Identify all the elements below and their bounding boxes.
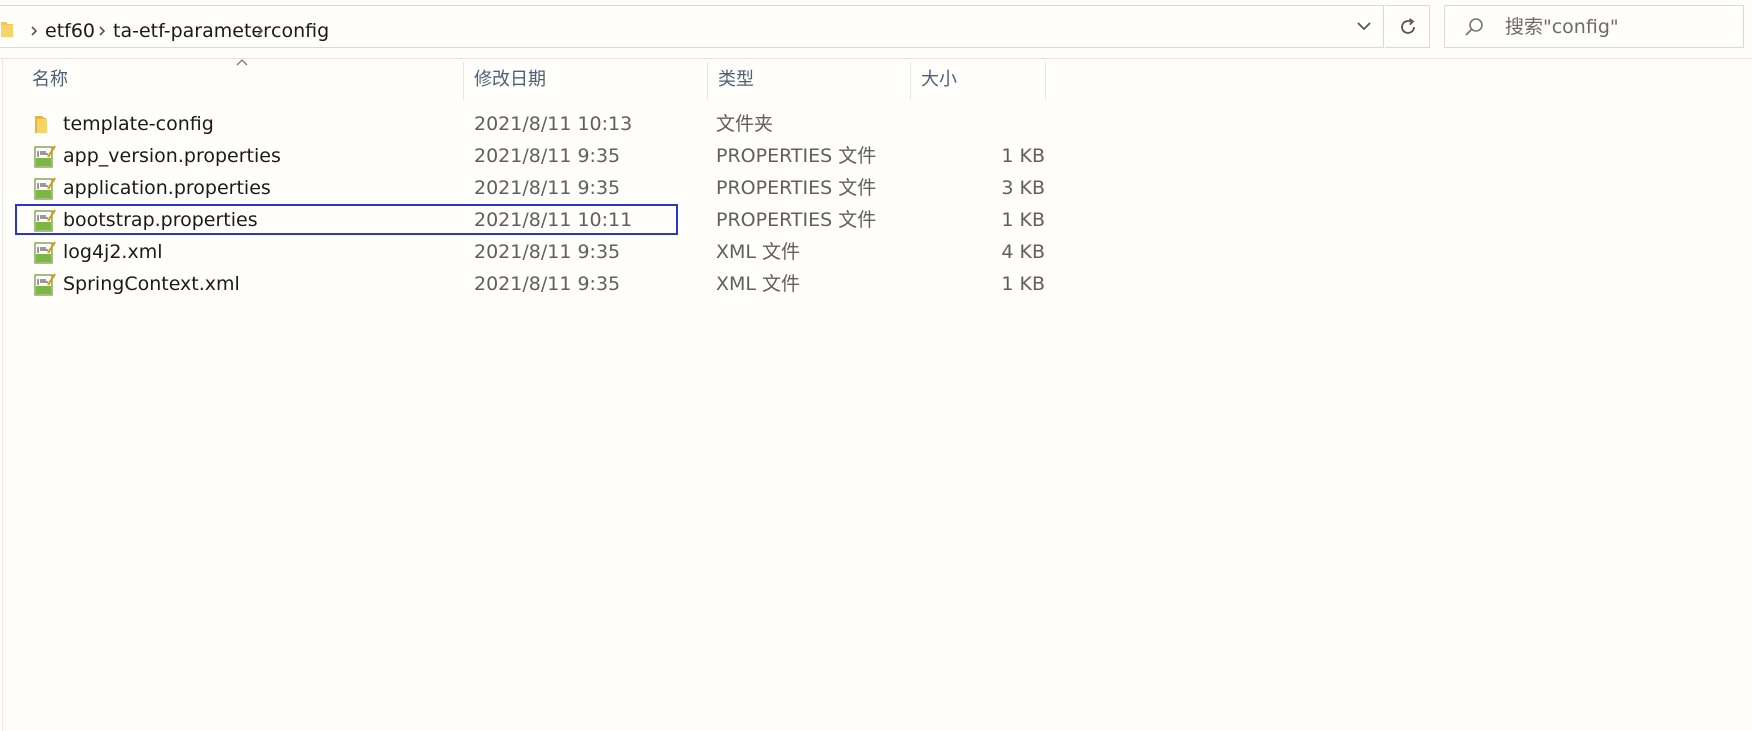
file-modified: 2021/8/11 10:13 xyxy=(474,113,633,135)
file-type: XML 文件 xyxy=(716,273,801,295)
file-size: 3 KB xyxy=(1001,177,1045,199)
address-bar[interactable]: etf60 ta-etf-parameter config xyxy=(0,5,1384,48)
chevron-down-icon xyxy=(1357,22,1371,31)
properties-file-icon xyxy=(34,177,56,200)
pane-border xyxy=(2,59,3,731)
file-size: 1 KB xyxy=(1001,145,1045,167)
file-size: 4 KB xyxy=(1001,241,1045,263)
xml-file-icon xyxy=(34,241,56,264)
file-name: log4j2.xml xyxy=(63,241,163,263)
column-header-size-label: 大小 xyxy=(921,69,957,90)
file-type: PROPERTIES 文件 xyxy=(716,209,877,231)
file-name: app_version.properties xyxy=(63,145,281,167)
file-type: PROPERTIES 文件 xyxy=(716,145,877,167)
folder-icon xyxy=(35,116,47,133)
chevron-right-icon[interactable] xyxy=(97,22,107,40)
list-item[interactable]: SpringContext.xml 2021/8/11 9:35 XML 文件 … xyxy=(15,268,1045,300)
chevron-right-icon[interactable] xyxy=(29,22,39,40)
properties-file-icon xyxy=(34,145,56,168)
search-icon xyxy=(1465,18,1483,36)
column-header-modified[interactable]: 修改日期 xyxy=(464,62,708,100)
selection-outline xyxy=(15,204,678,235)
column-header-type-label: 类型 xyxy=(718,69,754,90)
refresh-button[interactable] xyxy=(1385,5,1430,48)
file-type: PROPERTIES 文件 xyxy=(716,177,877,199)
chevron-right-icon[interactable] xyxy=(255,22,265,40)
file-size: 1 KB xyxy=(1001,273,1045,295)
list-item[interactable]: app_version.properties 2021/8/11 9:35 PR… xyxy=(15,140,1045,172)
breadcrumb-item-ta-etf-parameter[interactable]: ta-etf-parameter xyxy=(113,20,271,42)
column-header-modified-label: 修改日期 xyxy=(474,69,546,90)
breadcrumb-item-config[interactable]: config xyxy=(271,20,329,42)
refresh-icon xyxy=(1401,18,1415,34)
toolbar-divider xyxy=(0,58,1752,59)
folder-icon xyxy=(1,22,13,37)
file-size: 1 KB xyxy=(1001,209,1045,231)
file-name: template-config xyxy=(63,113,214,135)
file-name: application.properties xyxy=(63,177,271,199)
sort-ascending-icon xyxy=(236,59,248,66)
file-modified: 2021/8/11 9:35 xyxy=(474,273,621,295)
search-placeholder: 搜索"config" xyxy=(1505,16,1619,38)
file-modified: 2021/8/11 9:35 xyxy=(474,177,621,199)
file-modified: 2021/8/11 9:35 xyxy=(474,145,621,167)
column-header-size[interactable]: 大小 xyxy=(911,62,1046,100)
column-header-type[interactable]: 类型 xyxy=(708,62,911,100)
column-header-name[interactable]: 名称 xyxy=(22,62,464,100)
address-dropdown-button[interactable] xyxy=(1343,5,1385,48)
file-type: 文件夹 xyxy=(716,113,774,135)
breadcrumb-item-etf60[interactable]: etf60 xyxy=(45,20,95,42)
xml-file-icon xyxy=(34,273,56,296)
file-type: XML 文件 xyxy=(716,241,801,263)
list-item[interactable]: log4j2.xml 2021/8/11 9:35 XML 文件 4 KB xyxy=(15,236,1045,268)
list-item[interactable]: application.properties 2021/8/11 9:35 PR… xyxy=(15,172,1045,204)
file-name: SpringContext.xml xyxy=(63,273,240,295)
list-item[interactable]: template-config 2021/8/11 10:13 文件夹 xyxy=(15,108,1045,140)
file-modified: 2021/8/11 9:35 xyxy=(474,241,621,263)
search-input[interactable]: 搜索"config" xyxy=(1444,5,1744,48)
column-header-name-label: 名称 xyxy=(32,69,68,90)
